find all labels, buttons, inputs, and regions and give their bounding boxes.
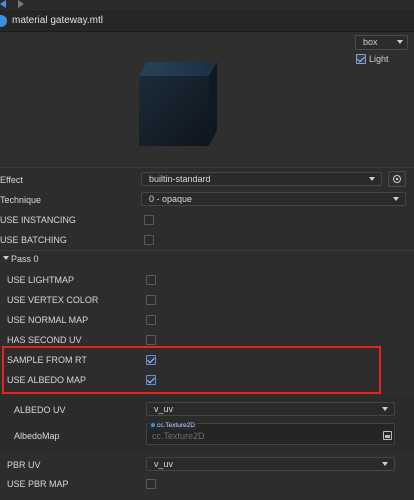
define-label: USE NORMAL MAP (7, 315, 89, 325)
use-lightmap-checkbox[interactable] (146, 275, 156, 285)
albedo-map-placeholder: cc.Texture2D (152, 431, 205, 441)
use-instancing-label: USE INSTANCING (0, 215, 76, 225)
chevron-down-icon (369, 177, 375, 181)
chevron-down-icon[interactable] (3, 256, 9, 260)
light-checkbox[interactable] (356, 54, 366, 64)
texture-type-icon (151, 423, 155, 428)
albedo-uv-select[interactable]: v_uv (146, 402, 395, 416)
locate-effect-button[interactable] (388, 171, 406, 187)
albedo-map-label: AlbedoMap (14, 431, 60, 441)
use-pbr-map-label: USE PBR MAP (7, 479, 69, 489)
chevron-down-icon (393, 197, 399, 201)
pbr-uv-label: PBR UV (7, 460, 41, 470)
preview-shape-value: box (363, 37, 378, 47)
chevron-down-icon (382, 462, 388, 466)
effect-label: Effect (0, 175, 23, 185)
use-batching-label: USE BATCHING (0, 235, 67, 245)
chevron-down-icon (382, 407, 388, 411)
highlight-box (2, 346, 381, 394)
preview-shape-select[interactable]: box (355, 35, 408, 50)
use-pbr-map-checkbox[interactable] (146, 479, 156, 489)
albedo-uv-label: ALBEDO UV (14, 405, 66, 415)
define-label: USE VERTEX COLOR (7, 295, 99, 305)
define-label: HAS SECOND UV (7, 335, 82, 345)
albedo-uv-value: v_uv (154, 404, 174, 414)
asset-type-tag: cc.Texture2D (149, 422, 197, 430)
technique-select[interactable]: 0 - opaque (141, 192, 406, 206)
asset-title: material gateway.mtl (12, 15, 103, 26)
technique-value: 0 - opaque (149, 194, 193, 204)
pbr-uv-select[interactable]: v_uv (146, 457, 395, 471)
effect-value: builtin-standard (149, 174, 211, 184)
light-label: Light (369, 54, 389, 64)
asset-picker-icon[interactable] (383, 431, 392, 440)
back-arrow-icon[interactable] (0, 0, 6, 8)
chevron-down-icon (397, 40, 403, 44)
pass-header[interactable]: Pass 0 (11, 254, 39, 264)
technique-label: Technique (0, 195, 42, 205)
use-vertex-color-checkbox[interactable] (146, 295, 156, 305)
forward-arrow-icon[interactable] (18, 0, 24, 8)
divider (0, 250, 414, 251)
use-normal-map-checkbox[interactable] (146, 315, 156, 325)
define-label: USE LIGHTMAP (7, 275, 75, 285)
use-instancing-checkbox[interactable] (144, 215, 154, 225)
top-navigation (0, 0, 414, 9)
has-second-uv-checkbox[interactable] (146, 335, 156, 345)
preview-cube (139, 62, 217, 146)
effect-select[interactable]: builtin-standard (141, 172, 382, 186)
pbr-uv-value: v_uv (154, 459, 174, 469)
use-batching-checkbox[interactable] (144, 235, 154, 245)
